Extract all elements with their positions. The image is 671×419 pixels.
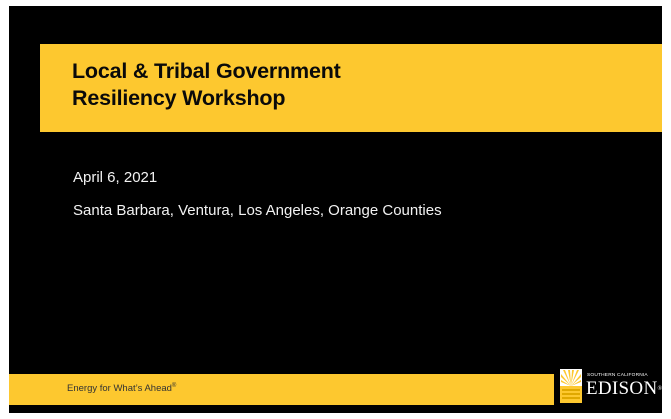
- tagline: Energy for What’s Ahead®: [67, 383, 176, 394]
- workshop-counties: Santa Barbara, Ventura, Los Angeles, Ora…: [73, 202, 442, 219]
- slide-title: Local & Tribal Government Resiliency Wor…: [72, 58, 341, 112]
- edison-logo: SOUTHERN CALIFORNIA EDISON®: [560, 369, 662, 405]
- title-band: Local & Tribal Government Resiliency Wor…: [40, 44, 662, 132]
- tagline-registered-mark: ®: [171, 383, 177, 389]
- logo-registered-mark: ®: [657, 386, 662, 392]
- slide-title-line-1: Local & Tribal Government: [72, 59, 341, 83]
- presentation-slide: Local & Tribal Government Resiliency Wor…: [9, 6, 662, 413]
- edison-sunburst-icon: [560, 369, 582, 403]
- footer-band: Energy for What’s Ahead®: [9, 374, 554, 405]
- tagline-text: Energy for What’s Ahead: [67, 383, 172, 395]
- slide-title-line-2: Resiliency Workshop: [72, 86, 286, 110]
- logo-wordmark: EDISON®: [586, 378, 662, 400]
- workshop-date: April 6, 2021: [73, 169, 158, 186]
- logo-wordmark-text: EDISON: [586, 378, 658, 399]
